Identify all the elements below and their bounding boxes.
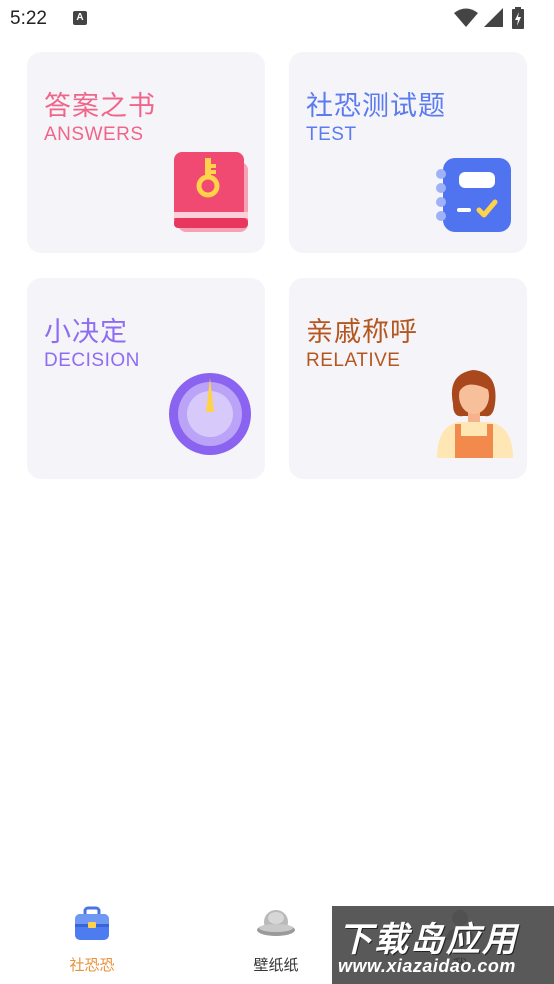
nav-label-wallpaper: 壁纸纸 [253,956,299,974]
watermark-title: 下载岛应用 [338,920,518,960]
woman-avatar-icon [437,370,513,458]
nav-item-social[interactable]: 社恐恐 [32,888,152,984]
card-relative-subtitle: RELATIVE [306,350,401,371]
card-test-subtitle: TEST [306,124,357,145]
card-relative[interactable]: 亲戚称呼 RELATIVE [289,278,527,479]
toolbox-icon [75,906,109,940]
card-test-title: 社恐测试题 [306,91,446,122]
saucer-icon [257,910,295,936]
card-answers[interactable]: 答案之书 ANSWERS [27,52,265,253]
status-right-icons [454,7,544,29]
card-relative-title: 亲戚称呼 [306,317,418,348]
card-answers-title: 答案之书 [44,91,156,122]
card-test[interactable]: 社恐测试题 TEST [289,52,527,253]
blue-notebook-check-icon [436,158,511,232]
card-decision-title: 小决定 [44,317,128,348]
status-bar: 5:22 A [0,0,554,38]
notification-a-icon: A [73,11,87,25]
wifi-icon [454,8,478,27]
card-decision-subtitle: DECISION [44,350,140,371]
card-decision[interactable]: 小决定 DECISION [27,278,265,479]
nav-item-wallpaper[interactable]: 壁纸纸 [216,888,336,984]
red-book-key-icon [174,152,248,232]
card-answers-subtitle: ANSWERS [44,124,144,145]
battery-icon [512,7,524,29]
watermark-url: www.xiazaidao.com [338,956,516,976]
purple-dial-icon [169,373,251,455]
status-time: 5:22 [10,8,47,29]
signal-icon [484,8,503,27]
watermark-logo: 下载岛应用 www.xiazaidao.com [332,906,554,984]
nav-label-social: 社恐恐 [69,956,115,974]
